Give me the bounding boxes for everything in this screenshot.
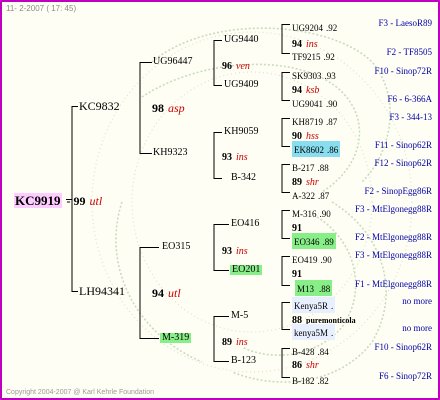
gen4-row-1[interactable]: TF9215.92 (292, 48, 335, 64)
gen3-id-1[interactable]: UG9409 (224, 80, 258, 90)
gen4-row-14[interactable]: B-428.84 (292, 343, 329, 359)
gen4-row-10[interactable]: EO419.90 (292, 251, 332, 267)
dam-sire-gen: 93 ins (222, 246, 248, 257)
gen4-pop-12: no more (402, 296, 432, 306)
gen4-pop-9: F2 - MtElgonegg88R (354, 232, 432, 242)
gen4-row-8[interactable]: M-316.90 (292, 205, 331, 221)
root-sub: utl (89, 194, 103, 208)
dam-dam-gen: 89 ins (222, 337, 248, 348)
sire-sire-id[interactable]: UG96447 (153, 57, 192, 67)
gen4-pop-11: F1 - MtElgonegg88R (354, 279, 432, 289)
gen3-id-4[interactable]: EO416 (231, 219, 259, 229)
dam-sire-id[interactable]: EO315 (162, 242, 190, 252)
gen4-pop-3: F6 - 6-366A (387, 94, 433, 104)
gen3-id-5[interactable]: EO201 (230, 265, 263, 275)
gen4-pop-15: F6 - Sinop72R (378, 371, 432, 381)
gen3-id-2[interactable]: KH9059 (224, 127, 258, 137)
gen3-id-7[interactable]: B-123 (231, 356, 256, 366)
dam-id[interactable]: LH94341 (79, 285, 125, 297)
gen3-id-6[interactable]: M-5 (231, 311, 248, 321)
gen4-pop-7: F2 - SinopEgg86R (364, 186, 432, 196)
gen4-pop-4: F3 - 344-13 (389, 112, 433, 122)
gen4-pop-2: F10 - Sinop72R (374, 66, 432, 76)
sire-dam-id[interactable]: KH9323 (153, 148, 187, 158)
sire-gen: 98 asp (152, 101, 185, 115)
pedigree-chart: 11- 2-2007 ( 17: 45) Copyright 2004-2007… (0, 0, 440, 400)
sire-dam-gen: 93 ins (222, 152, 248, 163)
gen4-pop-0: F3 - LaesoR89 (378, 18, 433, 28)
gen4-row-12[interactable]: Kenya5R. (292, 297, 336, 313)
gen4-row-15[interactable]: B-182.82 (292, 372, 329, 388)
gen4-pop-6: F12 - Sinop62R (374, 158, 432, 168)
dam-dam-id[interactable]: M-319 (160, 333, 192, 343)
gen4-row-6[interactable]: B-217.88 (292, 159, 329, 175)
gen4-row-9[interactable]: EO346.89 (292, 233, 336, 249)
root-node[interactable]: KC9919 - 99 utl (14, 193, 102, 209)
gen4-pop-8: F3 - MtElgonegg88R (354, 204, 432, 214)
gen4-pop-14: F10 - Sinop62R (374, 342, 432, 352)
gen4-row-11[interactable]: M13.88 (295, 280, 333, 296)
gen4-row-2[interactable]: SK9303.93 (292, 67, 336, 83)
root-gen: 99 (73, 194, 86, 208)
gen4-pop-5: F11 - Sinop62R (374, 140, 432, 150)
gen3-id-0[interactable]: UG9440 (224, 35, 258, 45)
gen3-id-3[interactable]: B-342 (231, 173, 256, 183)
gen4-row-3[interactable]: UG9041.90 (292, 95, 337, 111)
gen4-pop-10: F3 - MtElgonegg88R (354, 250, 432, 260)
gen4-row-4[interactable]: KH8719.87 (292, 113, 337, 129)
root-id[interactable]: KC9919 (14, 193, 62, 208)
gen3-gen-5: 91 (292, 269, 302, 280)
gen4-pop-13: no more (402, 323, 432, 333)
sire-sire-gen: 96 ven (222, 61, 250, 72)
dam-gen: 94 utl (152, 286, 181, 300)
gen4-row-13[interactable]: kenya5M. (292, 324, 336, 340)
gen4-row-5[interactable]: EK8602.86 (292, 141, 341, 157)
gen4-pop-1: F2 - TF8505 (386, 47, 432, 57)
gen4-row-0[interactable]: UG9204.92 (292, 19, 337, 35)
sire-id[interactable]: KC9832 (79, 100, 120, 112)
gen4-row-7[interactable]: A-322.87 (292, 187, 329, 203)
